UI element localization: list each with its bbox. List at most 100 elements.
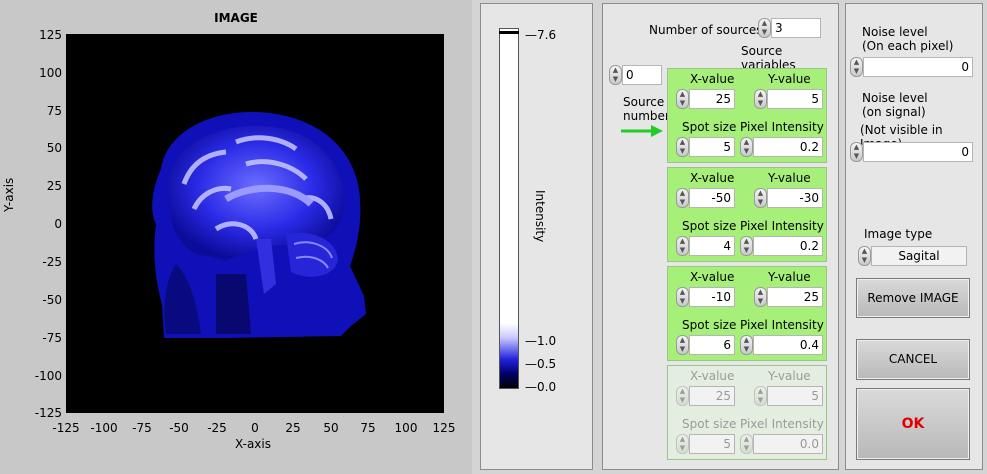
- spin-arrows-icon[interactable]: ▲ ▼: [754, 89, 767, 109]
- source-number-control[interactable]: ▲ ▼ 0: [609, 65, 662, 85]
- y-tick-label: -75: [42, 331, 62, 345]
- spin-arrows-icon: ▲ ▼: [754, 386, 767, 406]
- image-type-select[interactable]: Sagital: [871, 246, 967, 266]
- y-value-label: Y-value: [768, 270, 811, 284]
- spin-arrows-icon[interactable]: ▲ ▼: [676, 287, 689, 307]
- pixel-intensity-input[interactable]: 0.2: [753, 236, 823, 256]
- y-tick-label: -100: [34, 369, 62, 383]
- spot-size-input[interactable]: 6: [689, 335, 735, 355]
- y-value-control: ▲ ▼ 5: [754, 386, 823, 406]
- spot-size-input[interactable]: 4: [689, 236, 735, 256]
- y-value-input[interactable]: -30: [767, 188, 823, 208]
- colorbar-label-max: —7.6: [525, 28, 557, 42]
- y-value-label: Y-value: [768, 369, 811, 383]
- spin-arrows-icon: ▲ ▼: [676, 386, 689, 406]
- pixel-intensity-control[interactable]: ▲ ▼ 0.2: [740, 137, 823, 157]
- spot-size-control[interactable]: ▲ ▼ 4: [676, 236, 735, 256]
- y-axis-title: Y-axis: [2, 177, 16, 212]
- image-type-label: Image type: [864, 227, 933, 241]
- x-tick-label: -50: [169, 421, 189, 435]
- num-sources-input[interactable]: 3: [771, 18, 821, 38]
- y-tick-label: -125: [34, 406, 62, 420]
- y-tick-label: 50: [46, 141, 62, 155]
- y-value-input[interactable]: 5: [767, 89, 823, 109]
- remove-image-button[interactable]: Remove IMAGE: [856, 278, 970, 318]
- noise-signal-control[interactable]: ▲ ▼ 0: [850, 142, 973, 162]
- y-value-control[interactable]: ▲ ▼ -30: [754, 188, 823, 208]
- mri-sagittal-image: [152, 112, 366, 338]
- spin-arrows-icon[interactable]: ▲ ▼: [858, 246, 871, 266]
- colorbar-label: —0.5: [525, 357, 557, 371]
- spin-arrows-icon[interactable]: ▲ ▼: [850, 142, 863, 162]
- spin-arrows-icon[interactable]: ▲ ▼: [754, 188, 767, 208]
- arrow-right-icon: [621, 125, 663, 137]
- x-value-input[interactable]: 25: [689, 89, 735, 109]
- spin-arrows-icon: ▲ ▼: [676, 434, 689, 454]
- spot-size-input[interactable]: 5: [689, 137, 735, 157]
- x-value-label: X-value: [690, 72, 735, 86]
- x-tick-label: -75: [132, 421, 152, 435]
- colorbar-max-marker: [499, 31, 519, 34]
- spot-size-control[interactable]: ▲ ▼ 5: [676, 137, 735, 157]
- spot-size-input: 5: [689, 434, 735, 454]
- spin-arrows-icon[interactable]: ▲ ▼: [676, 89, 689, 109]
- pixel-intensity-input[interactable]: 0.2: [753, 137, 823, 157]
- y-tick-label: -25: [42, 255, 62, 269]
- image-title: IMAGE: [214, 11, 258, 25]
- x-value-label: X-value: [690, 270, 735, 284]
- pixel-intensity-control[interactable]: ▲ ▼ 0.4: [740, 335, 823, 355]
- x-value-label: X-value: [690, 171, 735, 185]
- spin-arrows-icon[interactable]: ▲ ▼: [740, 335, 753, 355]
- image-type-control[interactable]: ▲ ▼ Sagital: [858, 246, 967, 266]
- source-number-input[interactable]: 0: [622, 65, 662, 85]
- spot-size-control[interactable]: ▲ ▼ 6: [676, 335, 735, 355]
- y-tick-label: 25: [46, 179, 62, 193]
- spin-arrows-icon[interactable]: ▲ ▼: [676, 335, 689, 355]
- num-sources-control[interactable]: ▲ ▼ 3: [758, 18, 821, 38]
- noise-pixel-control[interactable]: ▲ ▼ 0: [850, 57, 973, 77]
- num-sources-label: Number of sources:: [649, 23, 767, 37]
- sources-panel: Number of sources: ▲ ▼ 3 Source variables…: [602, 3, 839, 470]
- image-panel: IMAGE 125 100 75 50 25 0 -25 -50 -75 -10…: [0, 0, 472, 474]
- source-group: X-value Y-value ▲ ▼ -50 ▲ ▼ -30 Spot size Pi…: [667, 167, 827, 262]
- noise-signal-input[interactable]: 0: [863, 142, 973, 162]
- intensity-colorbar[interactable]: [499, 28, 519, 389]
- spin-arrows-icon[interactable]: ▲ ▼: [740, 137, 753, 157]
- x-value-input[interactable]: -10: [689, 287, 735, 307]
- spin-arrows-icon[interactable]: ▲ ▼: [609, 65, 622, 85]
- y-value-input[interactable]: 25: [767, 287, 823, 307]
- spin-arrows-icon[interactable]: ▲ ▼: [754, 287, 767, 307]
- spin-arrows-icon[interactable]: ▲ ▼: [676, 137, 689, 157]
- y-value-control[interactable]: ▲ ▼ 5: [754, 89, 823, 109]
- y-tick-label: 75: [46, 104, 62, 118]
- spot-size-label: Spot size: [682, 120, 737, 134]
- y-value-input: 5: [767, 386, 823, 406]
- x-tick-label: -25: [207, 421, 227, 435]
- cancel-button[interactable]: CANCEL: [856, 339, 970, 380]
- pixel-intensity-label: Pixel Intensity: [740, 120, 824, 134]
- spin-arrows-icon[interactable]: ▲ ▼: [850, 57, 863, 77]
- source-group-disabled: X-value Y-value ▲ ▼ 25 ▲ ▼ 5 Spot size Pixel…: [667, 365, 827, 460]
- spin-arrows-icon[interactable]: ▲ ▼: [676, 188, 689, 208]
- x-tick-label: 75: [360, 421, 376, 435]
- x-axis-title: X-axis: [235, 437, 271, 451]
- y-value-control[interactable]: ▲ ▼ 25: [754, 287, 823, 307]
- spin-arrows-icon[interactable]: ▲ ▼: [676, 236, 689, 256]
- spin-arrows-icon[interactable]: ▲ ▼: [740, 236, 753, 256]
- colorbar-panel: —7.6 —1.0 —0.5 —0.0 Intensity: [480, 3, 593, 470]
- x-tick-label: -100: [90, 421, 118, 435]
- y-value-label: Y-value: [768, 72, 811, 86]
- image-plot[interactable]: [66, 34, 444, 413]
- x-value-control[interactable]: ▲ ▼ -50: [676, 188, 735, 208]
- x-value-control[interactable]: ▲ ▼ 25: [676, 89, 735, 109]
- x-value-control[interactable]: ▲ ▼ -10: [676, 287, 735, 307]
- ok-button[interactable]: OK: [856, 388, 970, 460]
- y-tick-label: -50: [42, 293, 62, 307]
- pixel-intensity-input[interactable]: 0.4: [753, 335, 823, 355]
- x-value-input[interactable]: -50: [689, 188, 735, 208]
- x-tick-label: -125: [52, 421, 80, 435]
- spin-arrows-icon[interactable]: ▲ ▼: [758, 18, 771, 38]
- pixel-intensity-control[interactable]: ▲ ▼ 0.2: [740, 236, 823, 256]
- source-number-label: Source number: [623, 95, 670, 123]
- noise-pixel-input[interactable]: 0: [863, 57, 973, 77]
